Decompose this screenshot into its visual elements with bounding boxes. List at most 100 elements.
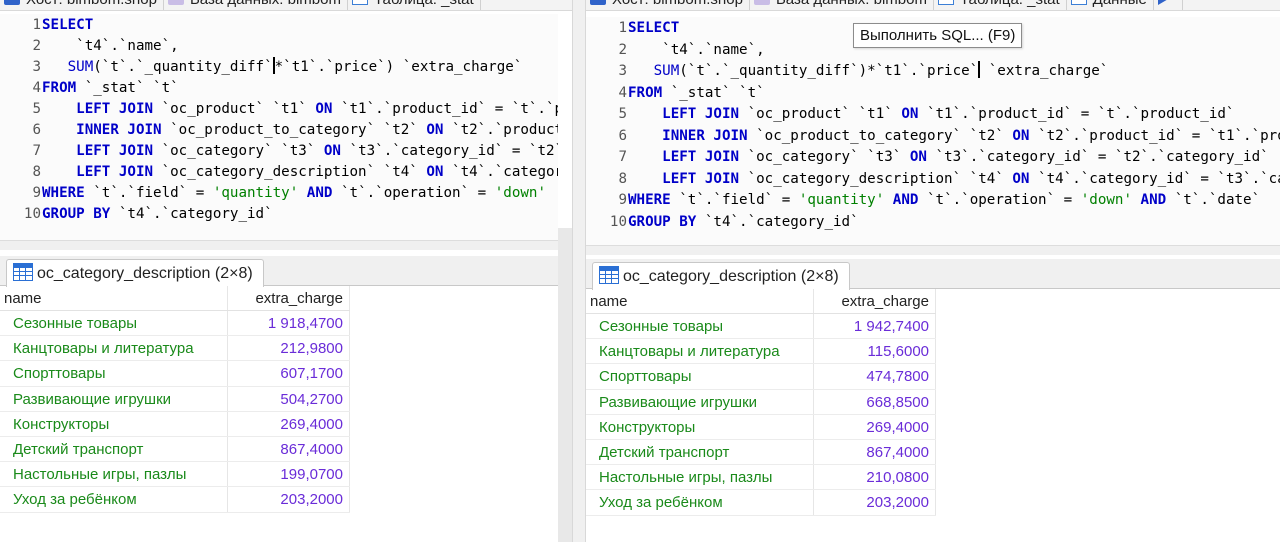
table-row[interactable]: Настольные игры, пазлы 199,0700	[0, 462, 350, 488]
sql-keyword: FROM	[42, 80, 77, 96]
cell-extra-charge[interactable]: 504,2700	[228, 386, 350, 411]
cell-extra-charge[interactable]: 668,8500	[814, 389, 936, 414]
vertical-scrollbar[interactable]	[558, 228, 572, 542]
cell-extra-charge[interactable]: 474,7800	[814, 364, 936, 389]
cell-extra-charge[interactable]: 1 942,7400	[814, 314, 936, 339]
cell-extra-charge[interactable]: 269,4000	[228, 411, 350, 436]
editor-horizontal-scrollbar[interactable]	[586, 245, 1280, 255]
cell-name[interactable]: Спорттовары	[0, 361, 228, 386]
table-row[interactable]: Детский транспорт 867,4000	[586, 439, 936, 466]
code-line: 3 SUM(`t`.`_quantity_diff` *`t1`.`price`)…	[0, 57, 522, 78]
cell-name[interactable]: Спорттовары	[586, 364, 814, 389]
cell-name[interactable]: Настольные игры, пазлы	[0, 462, 228, 487]
cell-name[interactable]: Канцтовары и литература	[586, 339, 814, 364]
cell-name[interactable]: Настольные игры, пазлы	[586, 465, 814, 490]
table-row[interactable]: Сезонные товары 1 918,4700	[0, 311, 350, 337]
cell-extra-charge[interactable]: 203,2000	[814, 490, 936, 515]
tab-query[interactable]	[1154, 0, 1183, 10]
table-row[interactable]: Канцтовары и литература 115,6000	[586, 339, 936, 365]
result-grid: name extra_charge Сезонные товары 1 918,4…	[0, 286, 350, 513]
sql-string: 'quantity'	[212, 185, 299, 201]
sql-text: `t`.`field` =	[670, 192, 799, 208]
cell-name[interactable]: Канцтовары и литература	[0, 336, 228, 361]
line-number: 3	[32, 59, 41, 75]
cell-name[interactable]: Развивающие игрушки	[586, 389, 814, 414]
line-number: 9	[32, 185, 41, 201]
tab-data[interactable]: Данные	[1067, 0, 1154, 10]
table-row[interactable]: Канцтовары и литература 212,9800	[0, 336, 350, 362]
cell-name[interactable]: Конструкторы	[0, 411, 228, 436]
right-query-tabbar: Хост: bimbom.shop База данных: bimbom Табл…	[586, 0, 1280, 11]
column-header-extra-charge[interactable]: extra_charge	[814, 289, 936, 313]
host-icon	[590, 0, 606, 5]
cell-extra-charge[interactable]: 867,4000	[814, 439, 936, 465]
sql-text: (`t`.`_quantity_diff`	[93, 59, 273, 75]
sql-keyword: ON	[315, 101, 333, 117]
sql-keyword: ON	[426, 164, 444, 180]
cell-extra-charge[interactable]: 607,1700	[228, 361, 350, 386]
tab-host[interactable]: Хост: bimbom.shop	[586, 0, 750, 10]
tab-database[interactable]: База данных: bimbom	[750, 0, 934, 10]
sql-keyword: GROUP BY	[42, 206, 111, 222]
sql-keyword: AND	[298, 185, 341, 201]
sql-keyword: LEFT JOIN	[76, 164, 154, 180]
code-line: 4FROM `_stat` `t`	[0, 78, 178, 99]
cell-extra-charge[interactable]: 212,9800	[228, 336, 350, 361]
column-header-name[interactable]: name	[0, 286, 228, 310]
result-tab[interactable]: oc_category_description (2×8)	[592, 262, 850, 290]
table-row[interactable]: Конструкторы 269,4000	[0, 411, 350, 437]
code-line: 1SELECT	[586, 18, 679, 39]
tab-table[interactable]: Таблица: _stat	[348, 0, 481, 10]
result-tab[interactable]: oc_category_description (2×8)	[6, 259, 264, 287]
cell-extra-charge[interactable]: 210,0800	[814, 465, 936, 490]
tab-table[interactable]: Таблица: _stat	[934, 0, 1067, 10]
cell-extra-charge[interactable]: 1 918,4700	[228, 311, 350, 336]
sql-string: 'down'	[1080, 192, 1132, 208]
sql-text: `t2`.`product_id` = `t1`.`product_id`	[452, 122, 558, 138]
cell-name[interactable]: Конструкторы	[586, 414, 814, 439]
line-number: 3	[618, 63, 627, 79]
sql-text: `_stat` `t`	[662, 84, 765, 101]
table-row[interactable]: Развивающие игрушки 504,2700	[0, 386, 350, 412]
sql-text: *`t1`.`price`) `extra_charge`	[274, 59, 523, 75]
table-row[interactable]: Настольные игры, пазлы 210,0800	[586, 465, 936, 491]
sql-keyword: ON	[1012, 127, 1030, 144]
code-line: 5 LEFT JOIN `oc_product` `t1` ON `t1`.`p…	[586, 104, 1234, 125]
tab-host[interactable]: Хост: bimbom.shop	[0, 0, 164, 10]
sql-keyword: WHERE	[42, 185, 85, 201]
line-number: 2	[32, 38, 41, 54]
code-line: 6 INNER JOIN `oc_product_to_category` `t…	[586, 126, 1280, 147]
table-row[interactable]: Спорттовары 474,7800	[586, 364, 936, 390]
cell-name[interactable]: Развивающие игрушки	[0, 386, 228, 411]
editor-horizontal-scrollbar[interactable]	[0, 240, 558, 250]
table-grid-icon	[599, 266, 619, 284]
cell-name[interactable]: Сезонные товары	[0, 311, 228, 336]
column-header-extra-charge[interactable]: extra_charge	[228, 286, 350, 310]
table-row[interactable]: Спорттовары 607,1700	[0, 361, 350, 387]
tab-database[interactable]: База данных: bimbom	[164, 0, 348, 10]
table-row[interactable]: Конструкторы 269,4000	[586, 414, 936, 440]
table-row[interactable]: Уход за ребёнком 203,2000	[0, 487, 350, 513]
cell-extra-charge[interactable]: 867,4000	[228, 436, 350, 462]
column-header-name[interactable]: name	[586, 289, 814, 313]
cell-extra-charge[interactable]: 203,2000	[228, 487, 350, 512]
cell-extra-charge[interactable]: 269,4000	[814, 414, 936, 439]
cell-extra-charge[interactable]: 199,0700	[228, 462, 350, 487]
sql-editor[interactable]: 1SELECT 2 `t4`.`name`, 3 SUM(`t`.`_quant…	[586, 17, 1280, 245]
sql-keyword: SELECT	[628, 20, 680, 36]
table-row[interactable]: Сезонные товары 1 942,7400	[586, 314, 936, 340]
sql-function: SUM	[653, 63, 680, 79]
cell-name[interactable]: Детский транспорт	[586, 439, 814, 465]
line-number: 2	[618, 41, 627, 58]
cell-name[interactable]: Уход за ребёнком	[586, 490, 814, 515]
database-icon	[167, 0, 184, 5]
cell-extra-charge[interactable]: 115,6000	[814, 339, 936, 364]
sql-editor[interactable]: 1SELECT 2 `t4`.`name`, 3 SUM(`t`.`_quant…	[0, 14, 558, 240]
table-row[interactable]: Детский транспорт 867,4000	[0, 436, 350, 463]
table-row[interactable]: Развивающие игрушки 668,8500	[586, 389, 936, 415]
cell-name[interactable]: Уход за ребёнком	[0, 487, 228, 512]
cell-name[interactable]: Сезонные товары	[586, 314, 814, 339]
line-number: 10	[23, 206, 41, 222]
table-row[interactable]: Уход за ребёнком 203,2000	[586, 490, 936, 516]
cell-name[interactable]: Детский транспорт	[0, 436, 228, 462]
